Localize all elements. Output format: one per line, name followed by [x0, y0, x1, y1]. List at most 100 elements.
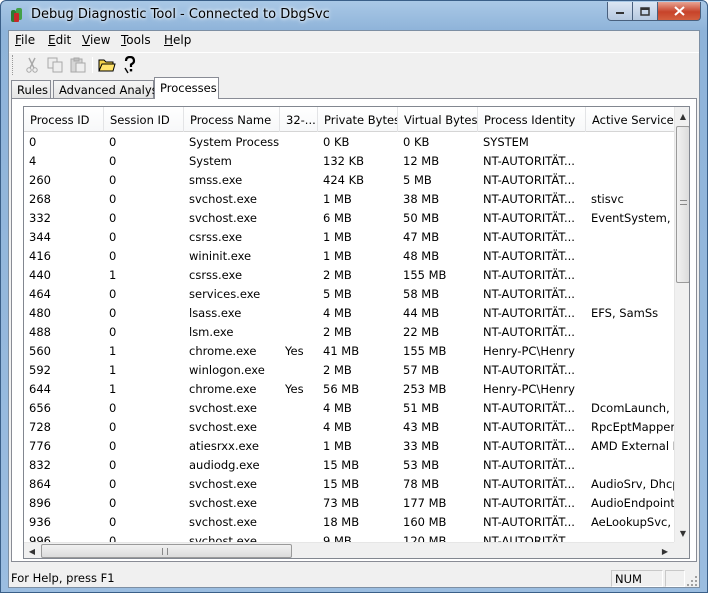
scroll-down-arrow-icon[interactable]: ▼ — [675, 525, 689, 541]
column-header-private-bytes[interactable]: Private Bytes — [318, 107, 398, 132]
private-bytes-cell: 73 MB — [323, 496, 360, 510]
process-name-cell: chrome.exe — [189, 344, 257, 358]
process-identity-cell: NT-AUTORITÄT... — [483, 534, 575, 542]
menu-file[interactable]: File — [15, 33, 35, 47]
scroll-up-arrow-icon[interactable]: ▲ — [675, 108, 689, 124]
process-id-cell: 936 — [29, 515, 51, 529]
private-bytes-cell: 18 MB — [323, 515, 360, 529]
table-row[interactable]: 488 0 lsm.exe 2 MB 22 MB NT-AUTORITÄT... — [24, 323, 674, 342]
resize-grip-icon[interactable] — [686, 575, 698, 587]
menu-help[interactable]: Help — [164, 33, 191, 47]
private-bytes-cell: 1 MB — [323, 439, 352, 453]
close-button[interactable] — [658, 2, 701, 21]
process-name-cell: svchost.exe — [189, 420, 258, 434]
process-name-cell: svchost.exe — [189, 477, 258, 491]
cut-button[interactable] — [22, 55, 42, 75]
tab-rules[interactable]: Rules — [11, 80, 51, 99]
table-row[interactable]: 440 1 csrss.exe 2 MB 155 MB NT-AUTORITÄT... — [24, 266, 674, 285]
tab-advanced-analysis[interactable]: Advanced Analysis — [53, 80, 167, 99]
app-window: Debug Diagnostic Tool - Connected to Dbg… — [0, 0, 708, 593]
session-id-cell: 0 — [109, 287, 117, 301]
table-row[interactable]: 268 0 svchost.exe 1 MB 38 MB NT-AUTORITÄT... s… — [24, 190, 674, 209]
table-row[interactable]: 592 1 winlogon.exe 2 MB 57 MB NT-AUTORITÄT... — [24, 361, 674, 380]
active-services-cell: stisvc — [591, 192, 624, 206]
private-bytes-cell: 15 MB — [323, 477, 360, 491]
process-id-cell: 440 — [29, 268, 51, 282]
horizontal-scroll-thumb[interactable] — [41, 544, 292, 558]
toolbar — [9, 52, 699, 76]
table-row[interactable]: 0 0 System Process 0 KB 0 KB SYSTEM — [24, 133, 674, 152]
private-bytes-cell: 41 MB — [323, 344, 360, 358]
table-row[interactable]: 936 0 svchost.exe 18 MB 160 MB NT-AUTORITÄT..… — [24, 513, 674, 532]
virtual-bytes-cell: 155 MB — [403, 268, 447, 282]
vertical-scroll-thumb[interactable] — [676, 126, 689, 283]
menu-tools[interactable]: Tools — [121, 33, 151, 47]
menu-edit[interactable]: Edit — [48, 33, 71, 47]
session-id-cell: 1 — [109, 344, 117, 358]
column-header-virtual-bytes[interactable]: Virtual Bytes — [398, 107, 478, 132]
help-button[interactable] — [120, 55, 140, 75]
private-bytes-cell: 4 MB — [323, 401, 352, 415]
table-row[interactable]: 4 0 System 132 KB 12 MB NT-AUTORITÄT... — [24, 152, 674, 171]
process-identity-cell: Henry-PC\Henry — [483, 382, 575, 396]
table-row[interactable]: 832 0 audiodg.exe 15 MB 53 MB NT-AUTORITÄT... — [24, 456, 674, 475]
process-id-cell: 728 — [29, 420, 51, 434]
column-header-process-identity[interactable]: Process Identity — [478, 107, 586, 132]
virtual-bytes-cell: 58 MB — [403, 287, 440, 301]
table-row[interactable]: 896 0 svchost.exe 73 MB 177 MB NT-AUTORITÄT..… — [24, 494, 674, 513]
table-row[interactable]: 656 0 svchost.exe 4 MB 51 MB NT-AUTORITÄT... D… — [24, 399, 674, 418]
process-id-cell: 656 — [29, 401, 51, 415]
column-header-process-id[interactable]: Process ID — [24, 107, 104, 132]
column-header-session-id[interactable]: Session ID — [104, 107, 184, 132]
process-id-cell: 0 — [29, 135, 37, 149]
table-row[interactable]: 560 1 chrome.exe Yes 41 MB 155 MB Henry-PC\Hen… — [24, 342, 674, 361]
table-row[interactable]: 260 0 smss.exe 424 KB 5 MB NT-AUTORITÄT... — [24, 171, 674, 190]
title-bar[interactable]: Debug Diagnostic Tool - Connected to Dbg… — [1, 1, 707, 30]
column-header-active-services[interactable]: Active Services — [586, 107, 678, 132]
process-name-cell: svchost.exe — [189, 515, 258, 529]
toolbar-separator — [92, 57, 93, 73]
table-row[interactable]: 728 0 svchost.exe 4 MB 43 MB NT-AUTORITÄT... R… — [24, 418, 674, 437]
process-name-cell: csrss.exe — [189, 268, 243, 282]
table-row[interactable]: 776 0 atiesrxx.exe 1 MB 33 MB NT-AUTORITÄT...… — [24, 437, 674, 456]
table-row[interactable]: 416 0 wininit.exe 1 MB 48 MB NT-AUTORITÄT... — [24, 247, 674, 266]
table-row[interactable]: 480 0 lsass.exe 4 MB 44 MB NT-AUTORITÄT... EFS… — [24, 304, 674, 323]
column-header: Process ID Session ID Process Name 32-... Pr… — [24, 107, 678, 132]
virtual-bytes-cell: 12 MB — [403, 154, 440, 168]
table-row[interactable]: 344 0 csrss.exe 1 MB 47 MB NT-AUTORITÄT... — [24, 228, 674, 247]
copy-button[interactable] — [45, 55, 65, 75]
table-row[interactable]: 332 0 svchost.exe 6 MB 50 MB NT-AUTORITÄT... E… — [24, 209, 674, 228]
toolbar-grip[interactable] — [12, 55, 15, 75]
open-button[interactable] — [97, 55, 117, 75]
column-header-process-name[interactable]: Process Name — [184, 107, 280, 132]
num-lock-indicator: NUM — [611, 570, 663, 587]
process-identity-cell: NT-AUTORITÄT... — [483, 458, 575, 472]
paste-button[interactable] — [68, 55, 88, 75]
active-services-cell: RpcEptMapper, — [591, 420, 674, 434]
table-row[interactable]: 464 0 services.exe 5 MB 58 MB NT-AUTORITÄT... — [24, 285, 674, 304]
private-bytes-cell: 15 MB — [323, 458, 360, 472]
scroll-left-arrow-icon[interactable]: ◀ — [24, 543, 40, 558]
process-identity-cell: NT-AUTORITÄT... — [483, 439, 575, 453]
menu-view[interactable]: View — [82, 33, 110, 47]
close-icon — [673, 6, 685, 16]
table-row[interactable]: 864 0 svchost.exe 15 MB 78 MB NT-AUTORITÄT...… — [24, 475, 674, 494]
maximize-button[interactable] — [633, 2, 658, 21]
minimize-button[interactable] — [607, 2, 633, 21]
horizontal-scrollbar[interactable]: ◀ ▶ — [24, 542, 674, 558]
active-services-cell: AMD External Ev — [591, 439, 674, 453]
private-bytes-cell: 56 MB — [323, 382, 360, 396]
table-row[interactable]: 644 1 chrome.exe Yes 56 MB 253 MB Henry-PC\Hen… — [24, 380, 674, 399]
process-id-cell: 268 — [29, 192, 51, 206]
scroll-right-arrow-icon[interactable]: ▶ — [657, 543, 673, 558]
vertical-scrollbar[interactable]: ▲ ▼ — [674, 107, 689, 542]
process-name-cell: csrss.exe — [189, 230, 243, 244]
table-row[interactable]: 996 0 svchost.exe 9 MB 120 MB NT-AUTORITÄT... — [24, 532, 674, 542]
virtual-bytes-cell: 50 MB — [403, 211, 440, 225]
session-id-cell: 0 — [109, 173, 117, 187]
tab-processes[interactable]: Processes — [154, 77, 219, 99]
virtual-bytes-cell: 0 KB — [403, 135, 430, 149]
active-services-cell: DcomLaunch, P — [591, 401, 674, 415]
column-header-32bit[interactable]: 32-... — [280, 107, 318, 132]
status-help-text: For Help, press F1 — [11, 571, 115, 585]
